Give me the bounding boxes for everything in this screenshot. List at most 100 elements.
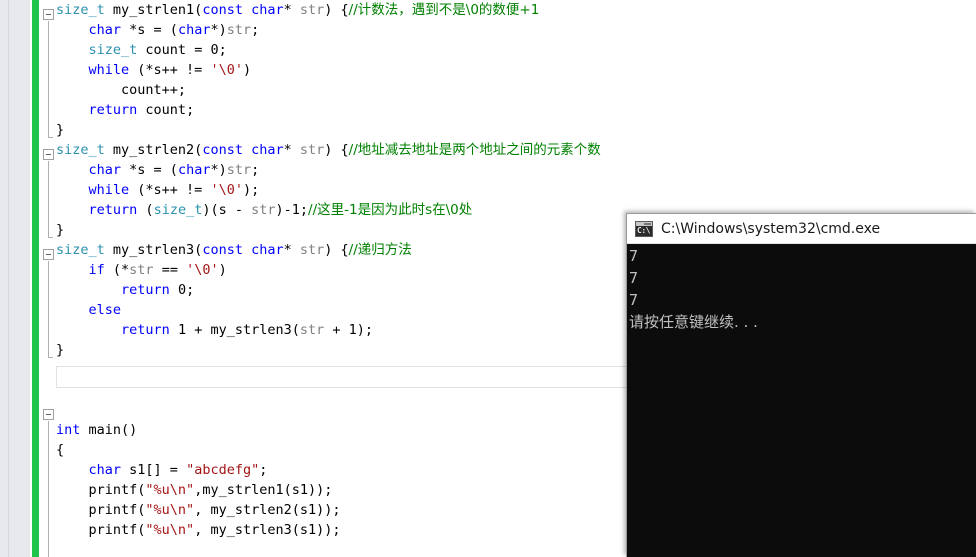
fold-guide-main xyxy=(48,421,49,557)
code-token: char xyxy=(251,242,284,258)
cmd-icon-prompt: C:\ xyxy=(637,225,650,235)
code-token: int xyxy=(56,422,81,438)
code-token: char xyxy=(177,22,211,38)
code-token: const xyxy=(202,142,243,158)
code-token: if xyxy=(88,262,105,278)
code-token: str xyxy=(299,322,325,338)
code-token: char xyxy=(88,22,122,38)
code-line: size_t count = 0; xyxy=(56,40,976,60)
code-token: //这里-1是因为此时s在\0处 xyxy=(308,202,473,218)
code-token: str xyxy=(251,202,276,218)
code-token: str xyxy=(299,142,325,158)
code-token: main() xyxy=(80,422,138,438)
code-token: printf( xyxy=(88,502,146,518)
code-token: s1[] = xyxy=(121,462,187,478)
code-token: count++; xyxy=(121,82,187,98)
code-token: str xyxy=(299,2,325,18)
code-token: ) xyxy=(242,62,252,78)
code-token: } xyxy=(56,342,65,358)
code-token: printf( xyxy=(88,522,146,538)
code-token: , my_strlen3(s1)); xyxy=(194,522,341,538)
code-token: my_strlen2( xyxy=(104,142,203,158)
code-token: //地址减去地址是两个地址之间的元素个数 xyxy=(348,142,601,158)
code-token: //递归方法 xyxy=(348,242,412,258)
code-token: )-1; xyxy=(275,202,309,218)
code-token: size_t xyxy=(56,142,105,158)
code-token: size_t xyxy=(153,202,203,218)
code-token: str xyxy=(226,22,252,38)
code-token: printf( xyxy=(88,482,146,498)
code-line: return count; xyxy=(56,100,976,120)
console-line: 7 xyxy=(629,269,639,287)
code-token: else xyxy=(88,302,122,318)
fold-guide-strlen1 xyxy=(48,21,53,138)
code-token: "abcdefg" xyxy=(186,462,260,478)
code-token: count; xyxy=(137,102,195,118)
code-token: ( xyxy=(137,202,154,218)
cmd-icon: C:\ xyxy=(635,220,653,237)
code-token: (*s++ != xyxy=(129,62,211,78)
code-token: 0; xyxy=(169,282,195,298)
console-line: 请按任意键继续. . . xyxy=(629,313,758,331)
cmd-console-window[interactable]: C:\ C:\Windows\system32\cmd.exe 7 7 7 请按任意键… xyxy=(626,213,976,557)
code-token: (* xyxy=(104,262,130,278)
code-token: size_t xyxy=(88,42,138,58)
code-token: ) { xyxy=(324,142,349,158)
code-token: '\0' xyxy=(210,182,243,198)
code-token: ; xyxy=(251,22,260,38)
code-token: str xyxy=(299,242,325,258)
code-token: return xyxy=(88,202,138,218)
code-token: "%u\n" xyxy=(145,482,195,498)
console-output-area[interactable]: 7 7 7 请按任意键继续. . . xyxy=(627,244,976,557)
console-line: 7 xyxy=(629,247,639,265)
code-token: )(s - xyxy=(202,202,252,218)
code-token: char xyxy=(177,162,211,178)
code-token: str xyxy=(129,262,154,278)
code-token: size_t xyxy=(56,242,105,258)
code-token: my_strlen1( xyxy=(104,2,203,18)
code-token: str xyxy=(226,162,252,178)
code-token: 1 + my_strlen3( xyxy=(169,322,300,338)
code-token: const xyxy=(202,2,243,18)
code-token: '\0' xyxy=(210,62,243,78)
code-line: while (*s++ != '\0') xyxy=(56,60,976,80)
code-line: } xyxy=(56,120,976,140)
fold-toggle-main[interactable] xyxy=(43,409,54,420)
code-token: ) xyxy=(218,262,227,278)
code-line: size_t my_strlen1(const char* str) {//计数… xyxy=(56,0,976,20)
code-token: char xyxy=(251,2,284,18)
editor-indicator-margin[interactable] xyxy=(9,0,30,557)
code-token: * xyxy=(283,142,300,158)
code-token: ; xyxy=(251,162,260,178)
fold-toggle-strlen2[interactable] xyxy=(43,149,54,160)
fold-toggle-strlen3[interactable] xyxy=(43,249,54,260)
code-token: } xyxy=(56,122,65,138)
code-token: ) { xyxy=(324,2,349,18)
code-token: * xyxy=(283,2,300,18)
code-token: while xyxy=(88,182,130,198)
code-token: "%u\n" xyxy=(145,502,195,518)
code-token: return xyxy=(121,282,170,298)
code-token: char xyxy=(88,162,122,178)
console-line: 7 xyxy=(629,291,639,309)
code-token: ,my_strlen1(s1)); xyxy=(194,482,333,498)
code-token: (*s++ != xyxy=(129,182,211,198)
fold-toggle-strlen1[interactable] xyxy=(43,9,54,20)
code-token: == xyxy=(153,262,187,278)
code-token: } xyxy=(56,222,65,238)
code-token: ; xyxy=(259,462,268,478)
code-token: "%u\n" xyxy=(145,522,195,538)
console-title-bar[interactable]: C:\ C:\Windows\system32\cmd.exe xyxy=(627,214,976,244)
editor-change-bar xyxy=(32,0,39,557)
code-line: char *s = (char*)str; xyxy=(56,20,976,40)
code-token: ) { xyxy=(324,242,349,258)
code-token: { xyxy=(56,442,65,458)
code-token: , my_strlen2(s1)); xyxy=(194,502,341,518)
code-token: char xyxy=(251,142,284,158)
code-token: //计数法，遇到不是\0的数便+1 xyxy=(348,2,540,18)
code-token: '\0' xyxy=(186,262,219,278)
code-line: size_t my_strlen2(const char* str) {//地址… xyxy=(56,140,976,160)
